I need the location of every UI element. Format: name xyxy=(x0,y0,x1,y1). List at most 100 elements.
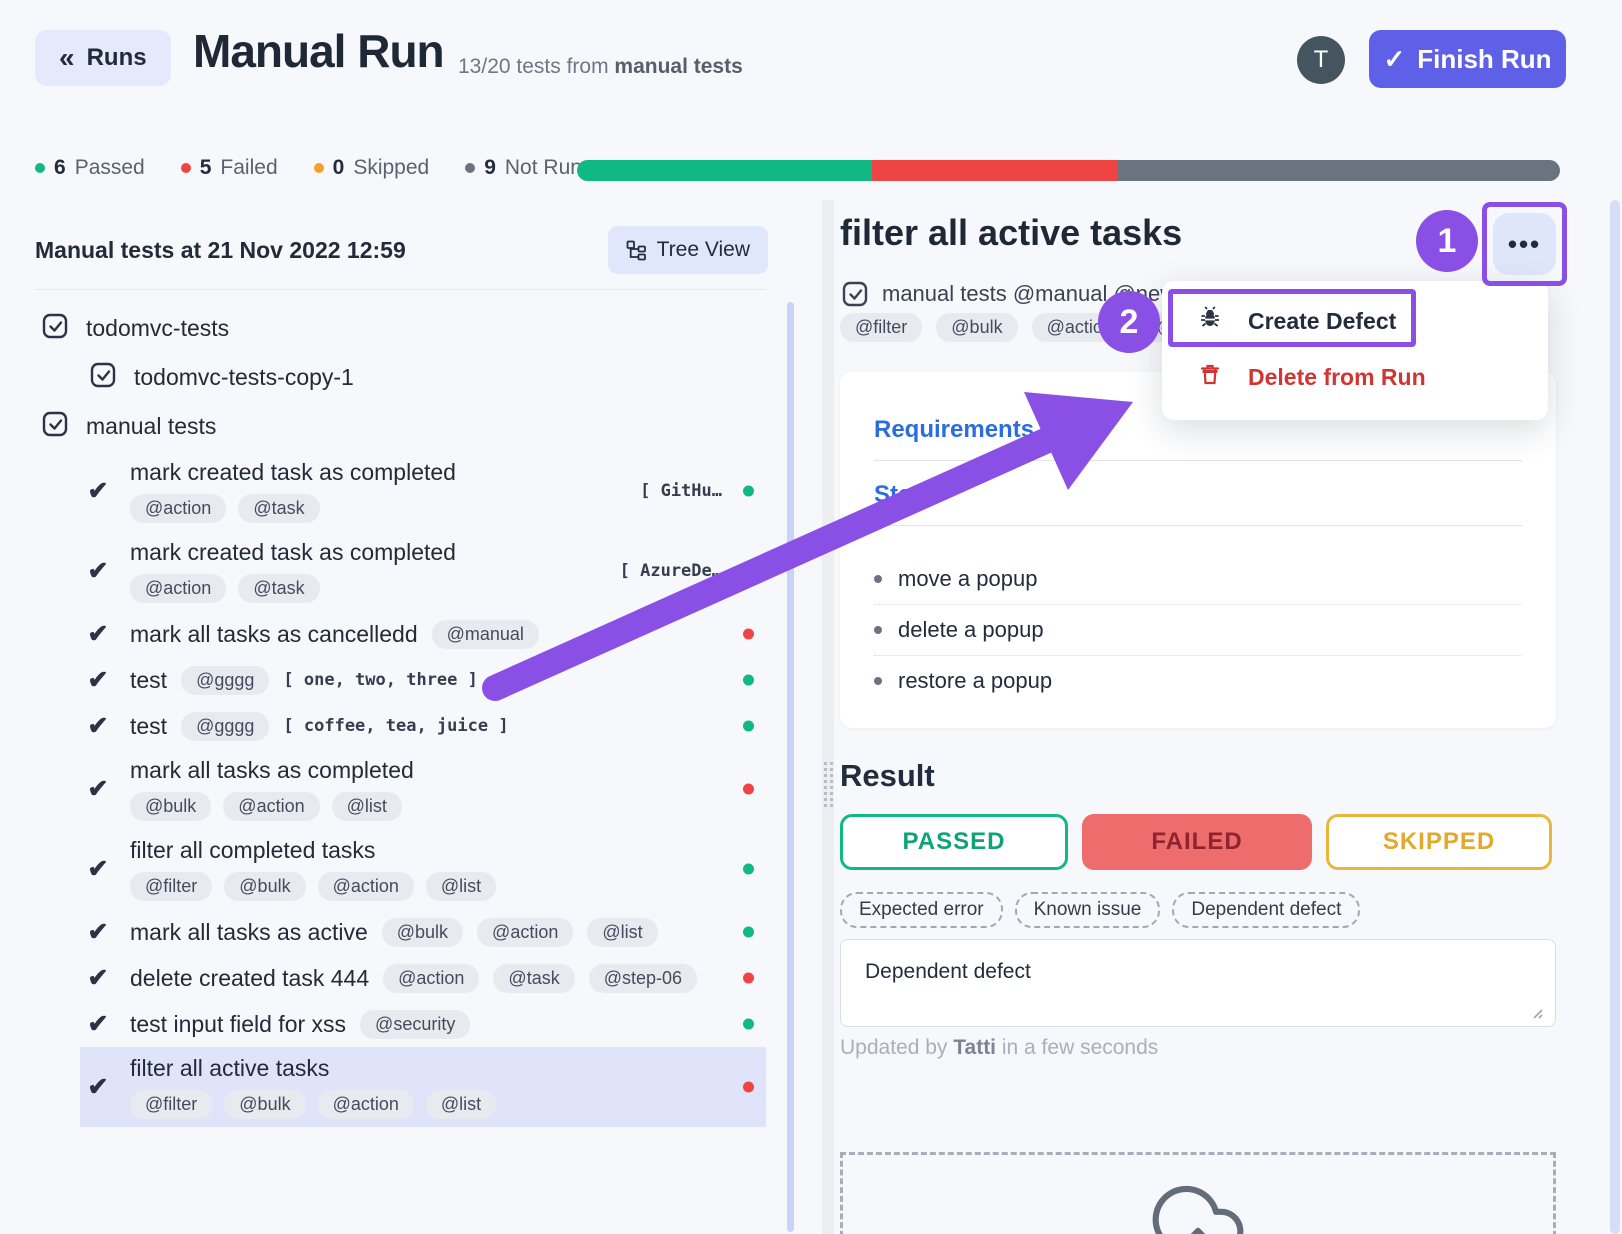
tag-chip: @bulk xyxy=(130,792,211,821)
step-label: delete a popup xyxy=(898,617,1044,643)
status-dot-icon xyxy=(743,1082,754,1093)
textarea-resize-handle[interactable] xyxy=(1528,1004,1544,1020)
quick-result-chip[interactable]: Dependent defect xyxy=(1172,892,1360,928)
run-subtitle: 13/20 tests from manual tests xyxy=(458,55,743,79)
test-row[interactable]: ✔ test@gggg[ coffee, tea, juice ] xyxy=(80,703,766,749)
step-item[interactable]: delete a popup xyxy=(874,604,1522,655)
tree-view-icon xyxy=(626,240,647,261)
attachment-dropzone[interactable] xyxy=(840,1152,1556,1234)
status-dot-icon xyxy=(314,163,324,173)
back-to-runs-button[interactable]: « Runs xyxy=(35,30,171,86)
list-divider xyxy=(35,289,766,290)
test-row[interactable]: ✔ filter all active tasks@filter@bulk@act… xyxy=(80,1047,766,1127)
suite-row[interactable]: todomvc-tests xyxy=(0,304,786,353)
result-comment-input[interactable]: Dependent defect xyxy=(840,939,1556,1027)
tag-chip: @filter xyxy=(130,1090,212,1119)
stat-count: 6 xyxy=(54,156,66,180)
tag-chip: @action xyxy=(130,574,226,603)
tag-chip: @bulk xyxy=(382,918,463,947)
tag-chip: @gggg xyxy=(181,712,269,741)
annotation-box-more-button xyxy=(1482,202,1567,286)
tag-chip: @action xyxy=(318,872,414,901)
tag-chip: @task xyxy=(493,964,574,993)
test-title: test xyxy=(130,667,167,694)
splitter-drag-handle[interactable] xyxy=(824,762,833,807)
suite-row[interactable]: todomvc-tests-copy-1 xyxy=(0,353,786,402)
panel-splitter[interactable] xyxy=(822,200,834,1234)
test-row-body: mark all tasks as cancelledd@manual xyxy=(130,620,539,649)
back-to-runs-label: Runs xyxy=(87,44,147,72)
suite-label: manual tests xyxy=(86,413,216,440)
suite-label: todomvc-tests xyxy=(86,315,229,342)
tag-chip: @filter xyxy=(130,872,212,901)
avatar[interactable]: T xyxy=(1297,36,1345,84)
requirements-link[interactable]: Requirements xyxy=(874,416,1522,444)
tree-view-button[interactable]: Tree View xyxy=(608,226,768,274)
test-row-body: delete created task 444@action@task@step… xyxy=(130,964,697,993)
test-row[interactable]: ✔test@gggg[ one, two, three ] xyxy=(80,657,766,703)
list-header-title: Manual tests at 21 Nov 2022 12:59 xyxy=(35,237,406,264)
test-row[interactable]: ✔delete created task 444@action@task@ste… xyxy=(80,955,766,1001)
menu-item-label: Delete from Run xyxy=(1248,364,1426,391)
test-row-body: filter all active tasks@filter@bulk@acti… xyxy=(130,1055,496,1119)
annotation-step-2: 2 xyxy=(1098,291,1160,353)
stat-label: Passed xyxy=(75,156,145,180)
suite-row[interactable]: manual tests xyxy=(0,402,786,451)
step-item[interactable]: restore a popup xyxy=(874,655,1522,706)
test-title: mark all tasks as completed xyxy=(130,757,414,784)
status-dot-icon xyxy=(743,721,754,732)
run-stat: 6 Passed xyxy=(35,156,145,180)
page-scrollbar[interactable] xyxy=(1610,200,1620,1234)
finish-run-button[interactable]: ✓ Finish Run xyxy=(1369,30,1566,88)
checkmark-icon: ✔ xyxy=(80,1072,116,1102)
menu-item-delete-from-run[interactable]: Delete from Run xyxy=(1162,349,1548,405)
list-scrollbar[interactable] xyxy=(787,302,794,1232)
test-case-icon xyxy=(840,279,870,309)
status-dot-icon xyxy=(743,973,754,984)
test-title: delete created task 444 xyxy=(130,965,369,992)
test-row[interactable]: ✔mark all tasks as completed@bulk@action… xyxy=(80,749,766,829)
step-item[interactable]: move a popup xyxy=(874,554,1522,604)
stat-count: 5 xyxy=(200,156,212,180)
test-suite-icon xyxy=(40,311,70,347)
test-title: mark created task as completed xyxy=(130,539,456,566)
tag-chip: @action xyxy=(318,1090,414,1119)
tag-chip: @gggg xyxy=(181,666,269,695)
checkmark-icon: ✔ xyxy=(80,917,116,947)
test-row-line: mark created task as completed xyxy=(130,459,456,486)
test-row-line: filter all completed tasks xyxy=(130,837,496,864)
test-title: mark created task as completed xyxy=(130,459,456,486)
status-dot-icon xyxy=(743,486,754,497)
test-row-line: test@gggg[ coffee, tea, juice ] xyxy=(130,712,509,741)
test-row-line: mark all tasks as cancelledd@manual xyxy=(130,620,539,649)
test-row[interactable]: ✔mark created task as completed@action@t… xyxy=(80,451,766,531)
test-params-preview: [ AzureDe… xyxy=(620,561,722,581)
test-row-line: delete created task 444@action@task@step… xyxy=(130,964,697,993)
test-row[interactable]: ✔ mark all tasks as active@bulk@action@li… xyxy=(80,909,766,955)
tag-chip: @list xyxy=(332,792,402,821)
test-row[interactable]: ✔mark created task as completed@action@t… xyxy=(80,531,766,611)
checkmark-icon: ✔ xyxy=(80,711,116,741)
tag-chip: @filter xyxy=(840,313,922,342)
passed-button[interactable]: PASSED xyxy=(840,814,1068,870)
tag-chip: @step-06 xyxy=(589,964,697,993)
status-dot-icon xyxy=(465,163,475,173)
test-row[interactable]: ✔mark all tasks as cancelledd@manual xyxy=(80,611,766,657)
test-row-line: mark all tasks as active@bulk@action@lis… xyxy=(130,918,658,947)
test-row[interactable]: ✔filter all completed tasks@filter@bulk@… xyxy=(80,829,766,909)
divider xyxy=(874,525,1522,526)
failed-button[interactable]: FAILED xyxy=(1082,814,1312,870)
tag-chip: @security xyxy=(360,1010,470,1039)
quick-result-chip[interactable]: Expected error xyxy=(840,892,1003,928)
test-row[interactable]: ✔test input field for xss@security xyxy=(80,1001,766,1047)
tag-chip: @list xyxy=(587,918,657,947)
run-stat: 9Not Run xyxy=(465,156,582,180)
quick-result-chip[interactable]: Known issue xyxy=(1015,892,1161,928)
result-buttons: PASSEDFAILEDSKIPPED xyxy=(840,814,1552,870)
skipped-button[interactable]: SKIPPED xyxy=(1326,814,1552,870)
checkmark-icon: ✔ xyxy=(80,556,116,586)
test-detail-title: filter all active tasks xyxy=(840,212,1182,254)
test-details-card: Requirements Steps move a popup delete a … xyxy=(840,372,1556,728)
steps-link[interactable]: Steps xyxy=(874,481,1522,509)
tag-chip: @action xyxy=(130,494,226,523)
